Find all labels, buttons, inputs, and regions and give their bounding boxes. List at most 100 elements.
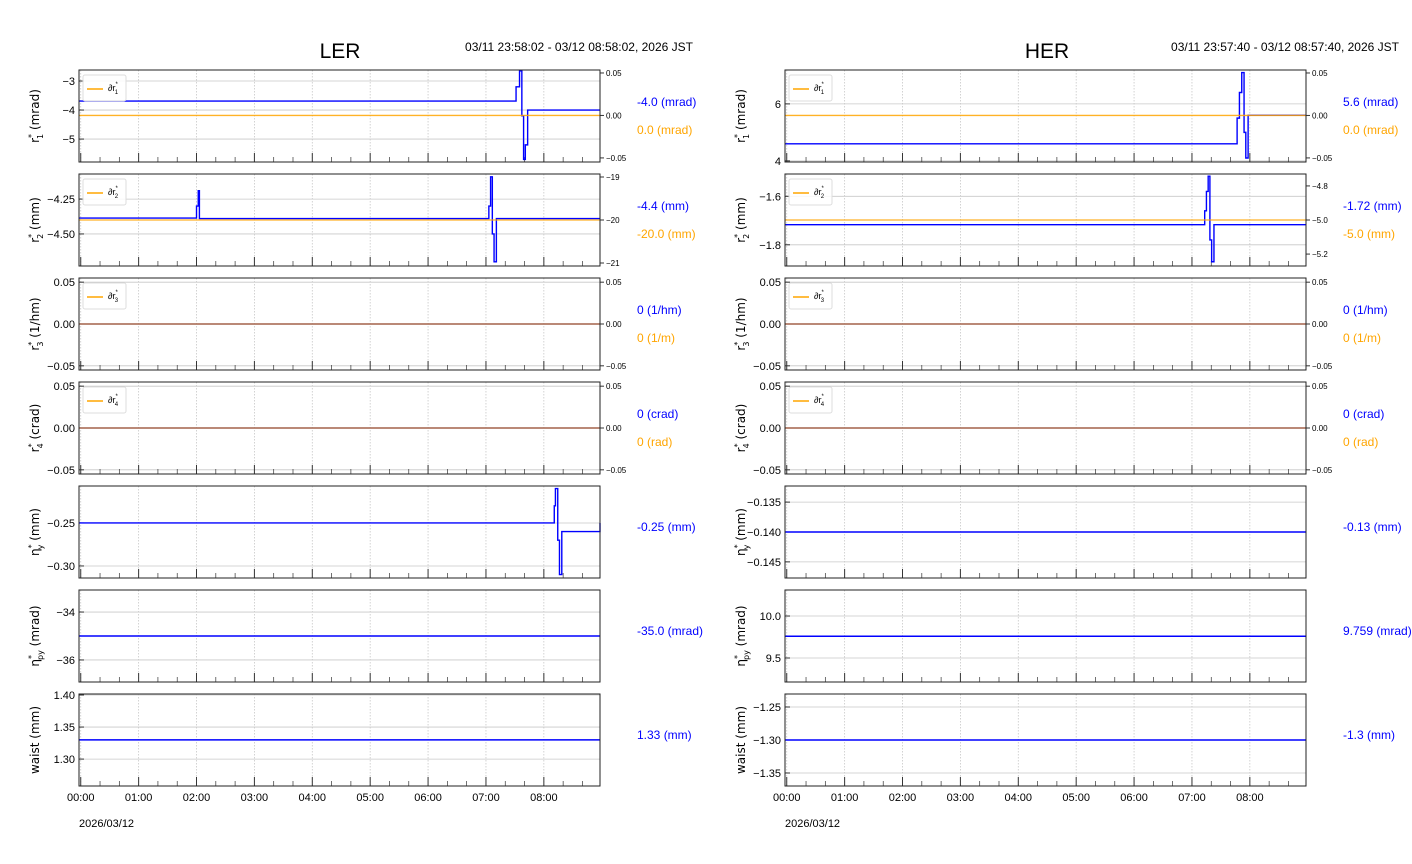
right-y-tick-label: −0.05 <box>1312 466 1333 475</box>
x-tick-label: 08:00 <box>530 792 558 804</box>
y-tick-label: 1.30 <box>54 754 75 766</box>
x-tick-label: 05:00 <box>356 792 384 804</box>
panel-waist: −1.25 −1.30 −1.35 waist (mm) -1.3 (mm) <box>734 693 1395 787</box>
reference-readout: 0 (1/m) <box>1343 331 1381 345</box>
y-label-symbol: waist <box>734 742 748 774</box>
legend-box <box>788 74 833 102</box>
measured-readout: 0 (crad) <box>637 407 678 421</box>
y-tick-label: −4.25 <box>47 194 75 206</box>
y-tick-label: 1.40 <box>54 690 75 702</box>
y-axis-label: r*1 (mrad) <box>27 89 45 143</box>
measured-readout: 0 (1/hm) <box>637 303 682 317</box>
time-range: 03/11 23:58:02 - 03/12 08:58:02, 2026 JS… <box>465 40 694 54</box>
right-y-tick-label: 0.05 <box>606 382 622 391</box>
reference-readout: 0 (1/m) <box>637 331 675 345</box>
measured-series-line <box>79 487 601 576</box>
right-y-tick-label: 0.00 <box>606 111 622 120</box>
right-y-tick-label: −0.05 <box>606 362 627 371</box>
right-y-tick-label: −4.8 <box>1312 182 1328 191</box>
y-tick-label: −0.05 <box>753 361 781 373</box>
y-label-unit: (mm) <box>28 197 42 234</box>
right-y-tick-label: −5.2 <box>1312 250 1328 259</box>
right-y-tick-label: −0.05 <box>606 154 627 163</box>
measured-readout: -4.4 (mm) <box>637 199 689 213</box>
measured-readout: 5.6 (mrad) <box>1343 95 1398 109</box>
figure: LER 03/11 23:58:02 - 03/12 08:58:02, 2026… <box>27 40 1412 830</box>
right-y-tick-label: −0.05 <box>1312 154 1333 163</box>
y-tick-label: 0.05 <box>760 277 781 289</box>
measured-readout: 1.33 (mm) <box>637 728 692 742</box>
measured-readout: -1.72 (mm) <box>1343 199 1402 213</box>
right-y-tick-label: −0.05 <box>1312 362 1333 371</box>
y-tick-label: 0.05 <box>54 381 75 393</box>
x-tick-label: 05:00 <box>1062 792 1090 804</box>
y-label-unit: (1/hm) <box>734 297 748 341</box>
y-axis-label: waist (mm) <box>734 706 748 774</box>
measured-readout: -0.25 (mm) <box>637 520 696 534</box>
right-y-tick-label: −21 <box>606 259 620 268</box>
y-tick-label: 6 <box>775 99 781 111</box>
right-y-tick-label: 0.00 <box>606 424 622 433</box>
reference-readout: 0 (rad) <box>1343 435 1378 449</box>
y-tick-label: −36 <box>56 655 75 667</box>
panel-r2: −1.6 −1.8 −4.8 −5.0 −5.2 r*2 (mm) ∂r* 2 -1.72 (m… <box>733 173 1402 267</box>
y-tick-label: −0.140 <box>747 527 781 539</box>
y-tick-label: −4 <box>62 105 75 117</box>
reference-readout: 0.0 (mrad) <box>637 123 692 137</box>
panel-ηpy: −34 −36 η*py (mrad) -35.0 (mrad) <box>27 589 703 683</box>
y-label-superscript: * <box>27 655 36 659</box>
y-axis-label: r*1 (mrad) <box>733 89 751 143</box>
y-tick-label: −1.6 <box>759 191 781 203</box>
y-tick-label: −0.135 <box>747 497 781 509</box>
y-label-unit: (crad) <box>28 404 42 444</box>
y-axis-label: η*y (mm) <box>27 508 45 556</box>
panel-r3: 0.050.00−0.050.050.00−0.05r*3 (1/hm)∂r* 3… <box>733 277 1388 373</box>
x-tick-label: 03:00 <box>947 792 975 804</box>
legend: ∂r* 2 <box>788 178 833 206</box>
y-axis-label: r*4 (crad) <box>733 404 751 453</box>
y-tick-label: 4 <box>775 156 781 168</box>
panel-r4: 0.050.00−0.050.050.00−0.05r*4 (crad)∂r* 4… <box>733 381 1384 477</box>
measured-readout: 0 (crad) <box>1343 407 1384 421</box>
panel-ηpy: 10.0 9.5 η*py (mrad) 9.759 (mrad) <box>733 589 1412 683</box>
y-tick-label: −3 <box>62 76 75 88</box>
x-tick-label: 02:00 <box>183 792 211 804</box>
chart-ler: LER 03/11 23:58:02 - 03/12 08:58:02, 2026… <box>27 40 703 830</box>
y-tick-label: 10.0 <box>760 611 781 623</box>
measured-series-line <box>785 175 1306 263</box>
x-tick-label: 07:00 <box>1178 792 1206 804</box>
measured-readout: -35.0 (mrad) <box>637 624 703 638</box>
right-y-tick-label: −0.05 <box>606 466 627 475</box>
right-y-tick-label: 0.05 <box>1312 69 1328 78</box>
chart-title: HER <box>1025 40 1069 63</box>
y-label-unit: (crad) <box>734 404 748 444</box>
x-tick-label: 02:00 <box>889 792 917 804</box>
reference-readout: -5.0 (mm) <box>1343 227 1395 241</box>
panel-r1: 6 4 0.05 0.00 −0.05 r*1 (mrad) ∂r* 1 5.6 (mrad) 0… <box>733 69 1398 168</box>
right-y-tick-label: 0.05 <box>606 278 622 287</box>
y-label-unit: (mm) <box>734 197 748 234</box>
y-axis-label: η*py (mrad) <box>27 605 45 666</box>
legend-box <box>788 386 833 414</box>
y-tick-label: −1.35 <box>753 768 781 780</box>
x-tick-label: 00:00 <box>773 792 801 804</box>
measured-readout: -1.3 (mm) <box>1343 728 1395 742</box>
measured-readout: -0.13 (mm) <box>1343 520 1402 534</box>
x-tick-label: 06:00 <box>414 792 442 804</box>
x-tick-label: 01:00 <box>831 792 859 804</box>
y-tick-label: 1.35 <box>54 722 75 734</box>
right-y-tick-label: −5.0 <box>1312 216 1328 225</box>
legend-box <box>788 282 833 310</box>
legend-box <box>82 386 127 414</box>
y-tick-label: −0.05 <box>753 465 781 477</box>
right-y-tick-label: 0.00 <box>606 320 622 329</box>
y-tick-label: 9.5 <box>766 653 781 665</box>
x-tick-label: 04:00 <box>1005 792 1033 804</box>
right-y-tick-label: 0.05 <box>606 69 622 78</box>
y-tick-label: −0.25 <box>47 518 75 530</box>
legend: ∂r* 4 <box>788 386 833 414</box>
panel-waist: 1.40 1.35 1.30 waist (mm) 1.33 (mm) <box>28 690 692 787</box>
y-tick-label: −0.30 <box>47 561 75 573</box>
right-y-tick-label: 0.05 <box>1312 382 1328 391</box>
reference-readout: -20.0 (mm) <box>637 227 696 241</box>
